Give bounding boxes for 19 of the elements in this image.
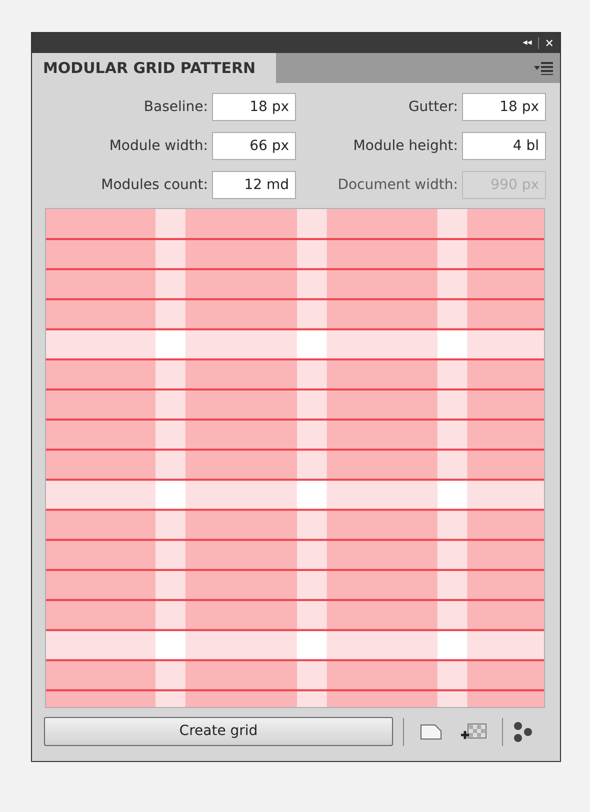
new-document-icon[interactable] [420,724,442,740]
collapse-button[interactable]: ◂◂ [522,38,532,48]
field-label: Gutter: [408,98,458,116]
field-label: Document width: [338,176,458,194]
dots-icon[interactable] [513,720,533,742]
menu-icon[interactable] [534,61,554,75]
field-label: Modules count: [101,176,208,194]
add-pattern-icon[interactable] [460,722,488,742]
field-label: Module width: [109,136,208,156]
field-label: Baseline: [144,98,208,116]
input-field[interactable]: 12 md [212,171,296,199]
input-field[interactable]: 18 px [212,93,296,121]
create-grid-button[interactable]: Create grid [44,717,393,746]
field-label: Module height: [353,136,458,156]
close-button[interactable]: ✕ [544,38,554,48]
input-field[interactable]: 18 px [462,93,546,121]
input-field[interactable]: 66 px [212,132,296,160]
panel-tab[interactable]: MODULAR GRID PATTERN [32,53,276,83]
input-field[interactable]: 4 bl [462,132,546,160]
